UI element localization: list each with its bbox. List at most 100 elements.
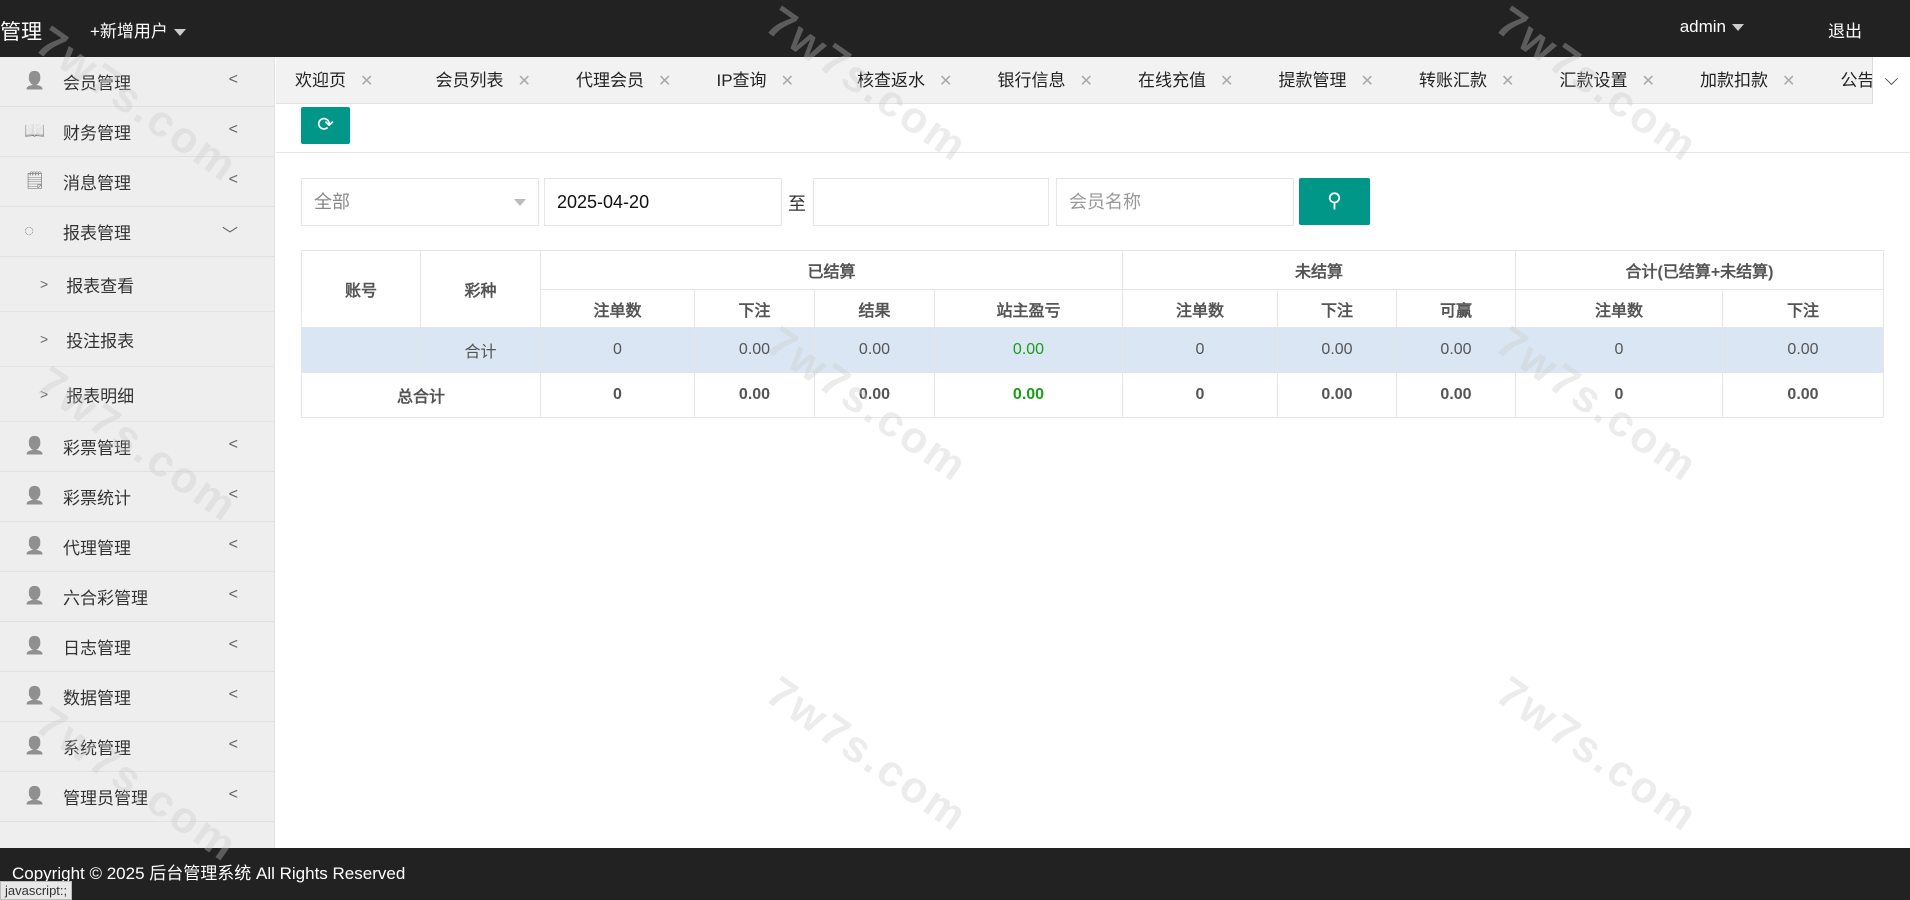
cell: 0.00 bbox=[1723, 328, 1884, 373]
tab[interactable]: 汇款设置✕ bbox=[1560, 57, 1655, 104]
chevron-right-icon: > bbox=[40, 331, 48, 347]
sidebar-subitem-label: 报表查看 bbox=[66, 272, 134, 297]
close-icon[interactable]: ✕ bbox=[360, 73, 373, 90]
subheader-cell: 注单数 bbox=[1123, 290, 1278, 328]
report-icon: ◌ bbox=[24, 221, 46, 243]
cell: 0 bbox=[541, 328, 695, 373]
cell bbox=[302, 328, 421, 373]
subheader-cell: 站主盈亏 bbox=[935, 290, 1123, 328]
date-to-input[interactable] bbox=[813, 178, 1049, 226]
group-total: 合计(已结算+未结算) bbox=[1516, 251, 1884, 290]
sidebar-item[interactable]: 👤日志管理< bbox=[0, 622, 274, 672]
search-button[interactable]: ⚲ bbox=[1299, 178, 1370, 225]
tab[interactable]: 在线充值✕ bbox=[1138, 57, 1233, 104]
close-icon[interactable]: ✕ bbox=[781, 73, 794, 90]
tab[interactable]: 加款扣款 ✕ bbox=[1700, 57, 1795, 104]
header-row: 账号 彩种 已结算 未结算 合计(已结算+未结算) bbox=[302, 251, 1884, 290]
tab[interactable]: 欢迎页✕ bbox=[295, 57, 373, 104]
subheader-cell: 下注 bbox=[1278, 290, 1397, 328]
sidebar-item[interactable]: 👤会员管理< bbox=[0, 57, 274, 107]
sidebar-item-label: 报表管理 bbox=[63, 219, 131, 244]
sidebar-subitem[interactable]: >报表明细 bbox=[0, 367, 274, 422]
date-from-input[interactable]: 2025-04-20 bbox=[544, 178, 782, 226]
sidebar-item-label: 数据管理 bbox=[63, 684, 131, 709]
cell: 0.00 bbox=[1397, 328, 1516, 373]
user-icon: 👤 bbox=[24, 786, 46, 808]
tab-label: 会员列表 bbox=[436, 71, 504, 90]
cell: 0.00 bbox=[815, 373, 935, 418]
sidebar-subitem[interactable]: > 报表查看 bbox=[0, 257, 274, 312]
sidebar-item[interactable]: 👤数据管理< bbox=[0, 672, 274, 722]
footer: Copyright © 2025 后台管理系统 All Rights Reser… bbox=[0, 848, 1910, 900]
cell: 0 bbox=[1123, 328, 1278, 373]
sidebar-item[interactable]: ◌报表管理﹀ bbox=[0, 207, 274, 257]
close-icon[interactable]: ✕ bbox=[939, 73, 952, 90]
cell: 0 bbox=[541, 373, 695, 418]
cell: 0 bbox=[1516, 328, 1723, 373]
tab[interactable]: 银行信息✕ bbox=[998, 57, 1093, 104]
subheader-cell: 下注 bbox=[695, 290, 815, 328]
chevron-left-icon: < bbox=[229, 436, 238, 454]
tab[interactable]: 核查返水✕ bbox=[857, 57, 952, 104]
to-label: 至 bbox=[788, 190, 806, 216]
sidebar-item[interactable]: 🗒消息管理< bbox=[0, 157, 274, 207]
close-icon[interactable]: ✕ bbox=[1782, 73, 1795, 90]
close-icon[interactable]: ✕ bbox=[1642, 73, 1655, 90]
tab-label: 转账汇款 bbox=[1419, 71, 1487, 90]
caret-down-icon bbox=[174, 29, 186, 36]
chevron-left-icon: < bbox=[229, 686, 238, 704]
type-select[interactable]: 全部 bbox=[301, 178, 539, 226]
close-icon[interactable]: ✕ bbox=[1501, 73, 1514, 90]
subheader-cell: 下注 bbox=[1723, 290, 1884, 328]
sidebar-item[interactable]: 👤彩票统计< bbox=[0, 472, 274, 522]
sidebar-subitem[interactable]: >投注报表 bbox=[0, 312, 274, 367]
user-icon: 👤 bbox=[24, 636, 46, 658]
sidebar-item[interactable]: 👤系统管理< bbox=[0, 722, 274, 772]
sidebar-item-label: 系统管理 bbox=[63, 734, 131, 759]
member-name-input[interactable]: 会员名称 bbox=[1056, 178, 1294, 226]
caret-down-icon bbox=[1732, 24, 1744, 31]
tab[interactable]: IP查询✕ bbox=[717, 57, 794, 104]
subheader-cell: 注单数 bbox=[1516, 290, 1723, 328]
chevron-right-icon: > bbox=[40, 276, 48, 292]
subheader-cell: 注单数 bbox=[541, 290, 695, 328]
tab[interactable]: 提款管理✕ bbox=[1279, 57, 1374, 104]
close-icon[interactable]: ✕ bbox=[1220, 73, 1233, 90]
cell: 0.00 bbox=[1278, 328, 1397, 373]
logout-link[interactable]: 退出 bbox=[1828, 17, 1862, 42]
chevron-left-icon: < bbox=[229, 486, 238, 504]
sidebar-item[interactable]: 👤代理管理< bbox=[0, 522, 274, 572]
tab-dropdown-button[interactable]: ⌵ bbox=[1872, 57, 1910, 104]
close-icon[interactable]: ✕ bbox=[1080, 73, 1093, 90]
chevron-left-icon: < bbox=[229, 71, 238, 89]
group-settled: 已结算 bbox=[541, 251, 1123, 290]
table-row-grand-total: 总合计00.000.000.0000.000.0000.00 bbox=[302, 373, 1884, 418]
close-icon[interactable]: ✕ bbox=[518, 73, 531, 90]
sidebar-item[interactable]: 👤彩票管理< bbox=[0, 422, 274, 472]
sidebar-item[interactable]: 📖财务管理< bbox=[0, 107, 274, 157]
subheader-cell: 可赢 bbox=[1397, 290, 1516, 328]
user-icon: 👤 bbox=[24, 71, 46, 93]
tab-label: 加款扣款 bbox=[1700, 71, 1768, 90]
sidebar-item[interactable]: 👤六合彩管理< bbox=[0, 572, 274, 622]
close-icon[interactable]: ✕ bbox=[658, 73, 671, 90]
add-user-menu[interactable]: +新增用户 bbox=[90, 17, 186, 42]
table-row: 合计00.000.000.0000.000.0000.00 bbox=[302, 328, 1884, 373]
sidebar-item-label: 彩票统计 bbox=[63, 484, 131, 509]
search-icon: ⚲ bbox=[1327, 190, 1342, 212]
refresh-button[interactable]: ⟳ bbox=[301, 107, 350, 144]
tab[interactable]: 代理会员✕ bbox=[576, 57, 671, 104]
tab[interactable]: 会员列表 ✕ bbox=[436, 57, 531, 104]
user-menu[interactable]: admin bbox=[1680, 17, 1744, 37]
chevron-left-icon: < bbox=[229, 586, 238, 604]
tab[interactable]: 转账汇款 ✕ bbox=[1419, 57, 1514, 104]
close-icon[interactable]: ✕ bbox=[1361, 73, 1374, 90]
chevron-left-icon: < bbox=[229, 536, 238, 554]
sidebar-item[interactable]: 👤管理员管理< bbox=[0, 772, 274, 822]
cell: 0.00 bbox=[1723, 373, 1884, 418]
watermark: 7w7s.com bbox=[757, 667, 978, 842]
chevron-left-icon: < bbox=[229, 736, 238, 754]
user-icon: 👤 bbox=[24, 436, 46, 458]
cell: 0.00 bbox=[935, 373, 1123, 418]
caret-down-icon bbox=[514, 199, 526, 206]
